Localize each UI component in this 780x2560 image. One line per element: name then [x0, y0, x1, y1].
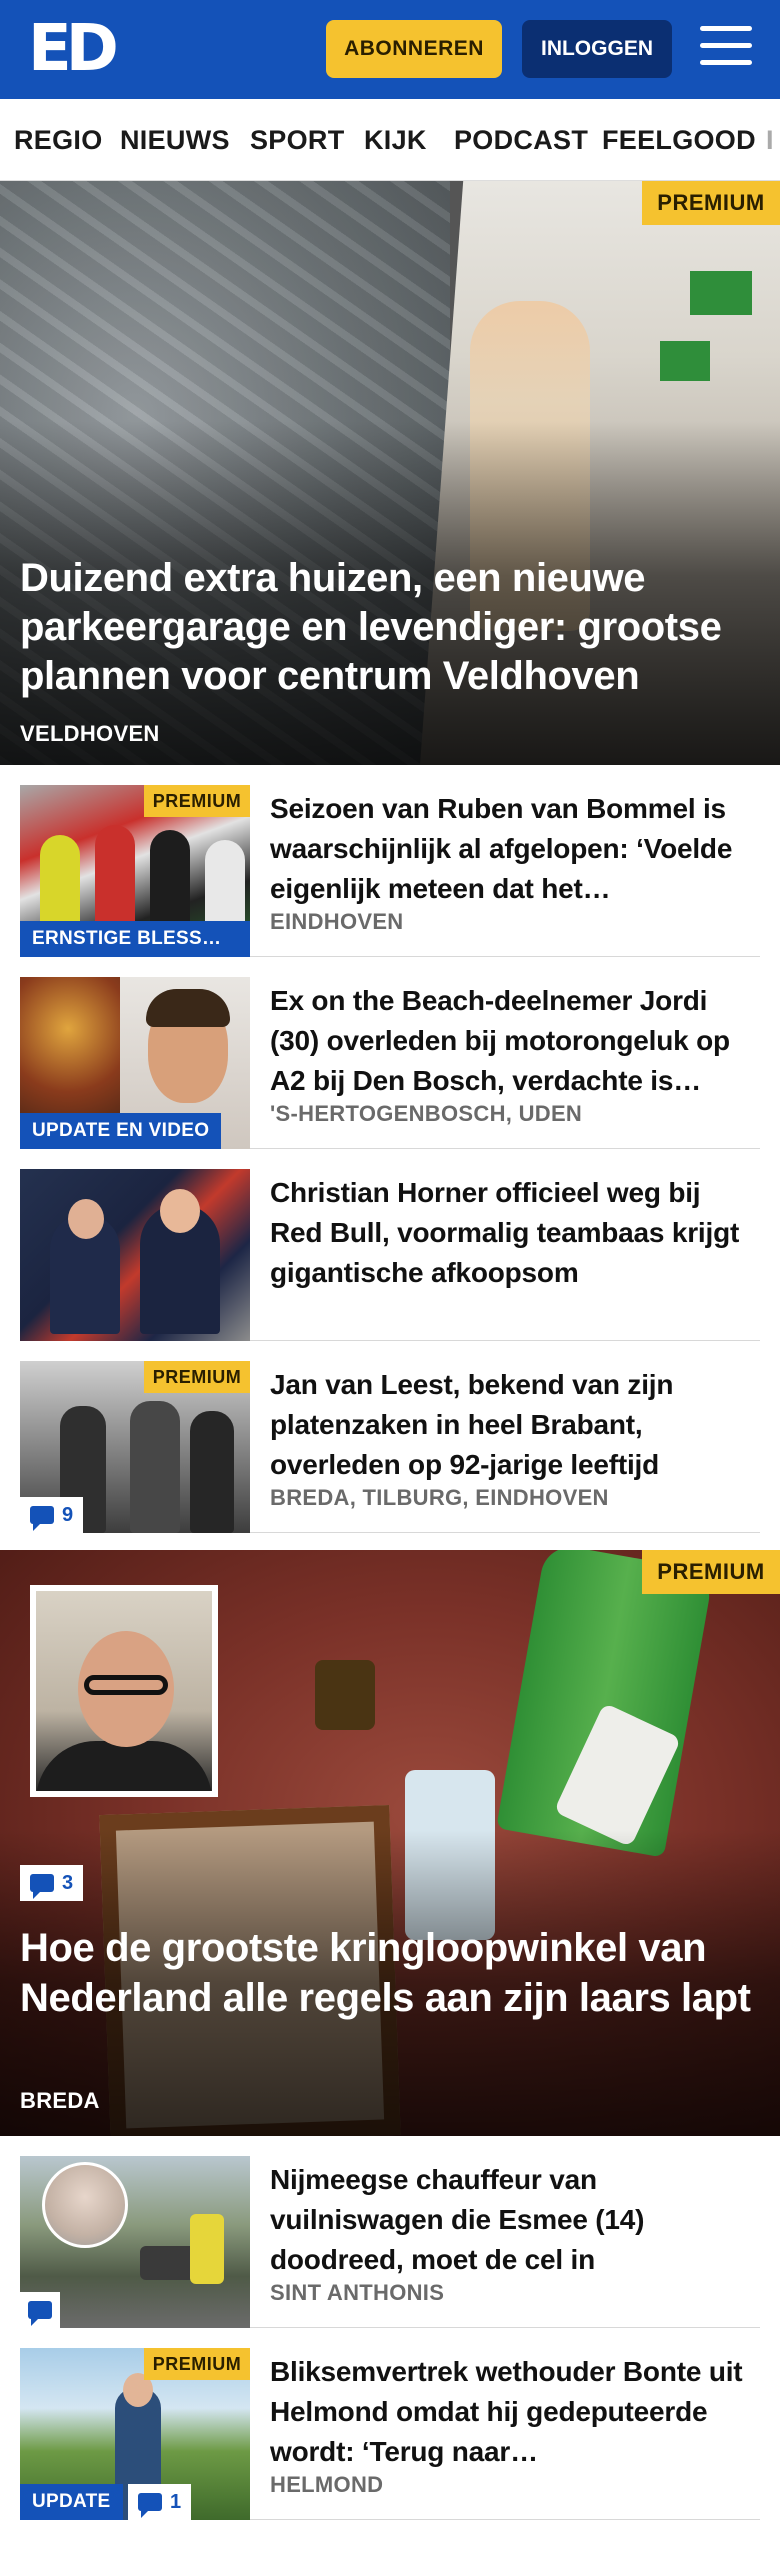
logo-text[interactable]: ED: [28, 12, 119, 86]
feature-title[interactable]: Hoe de grootste kringloopwinkel van Nede…: [20, 1923, 760, 2023]
premium-badge: PREMIUM: [642, 1550, 780, 1594]
article-title[interactable]: Bliksemvertrek wethouder Bonte uit Helmo…: [270, 2352, 760, 2472]
feature-location: BREDA: [20, 2088, 100, 2113]
article-location: SINT ANTHONIS: [270, 2280, 445, 2305]
article-thumbnail[interactable]: PREMIUM 9: [20, 1361, 250, 1533]
comment-count: 3: [62, 1871, 74, 1894]
article-thumbnail[interactable]: [20, 1169, 250, 1341]
list-item[interactable]: UPDATE EN VIDEO Ex on the Beach-deelneme…: [20, 957, 760, 1149]
list-item[interactable]: Nijmeegse chauffeur van vuilniswagen die…: [20, 2136, 760, 2328]
article-location: HELMOND: [270, 2472, 384, 2497]
article-label: UPDATE: [20, 2484, 123, 2520]
nav-item-kijk[interactable]: KIJK: [364, 99, 427, 180]
comment-count-badge[interactable]: 3: [20, 1865, 84, 1901]
article-title[interactable]: Ex on the Beach-deelnemer Jordi (30) ove…: [270, 981, 760, 1101]
nav-item-sport[interactable]: SPORT: [250, 99, 345, 180]
comment-count: 9: [62, 1503, 74, 1526]
premium-badge: PREMIUM: [144, 785, 250, 817]
shop-sign: [690, 271, 752, 315]
list-item[interactable]: PREMIUM 9 Jan van Leest, bekend van zijn…: [20, 1341, 760, 1533]
hero-title[interactable]: Duizend extra huizen, een nieuwe parkeer…: [20, 554, 760, 701]
premium-badge: PREMIUM: [144, 1361, 250, 1393]
hero-article[interactable]: PREMIUM Duizend extra huizen, een nieuwe…: [0, 181, 780, 765]
author-portrait: [30, 1585, 218, 1797]
article-thumbnail[interactable]: UPDATE EN VIDEO: [20, 977, 250, 1149]
nav-item-overflow[interactable]: I: [766, 99, 774, 180]
premium-badge: PREMIUM: [642, 181, 780, 225]
nav-item-nieuws[interactable]: NIEUWS: [120, 99, 230, 180]
premium-badge: PREMIUM: [144, 2348, 250, 2380]
feature-article[interactable]: PREMIUM 3 Hoe de grootste kringloopwinke…: [0, 1550, 780, 2136]
comment-icon: [30, 1506, 54, 1531]
top-header: ED ABONNEREN INLOGGEN: [0, 0, 780, 99]
victim-portrait: [42, 2162, 128, 2248]
comment-icon: [28, 2301, 52, 2326]
article-location: EINDHOVEN: [270, 909, 404, 934]
article-label: UPDATE EN VIDEO: [20, 1113, 222, 1149]
article-location: BREDA, TILBURG, EINDHOVEN: [270, 1485, 609, 1510]
comment-icon: [138, 2493, 162, 2518]
nav-item-podcast[interactable]: PODCAST: [454, 99, 588, 180]
ed-logo-icon[interactable]: ED: [28, 17, 119, 81]
article-thumbnail[interactable]: PREMIUM ERNSTIGE BLESS…: [20, 785, 250, 957]
article-title[interactable]: Christian Horner officieel weg bij Red B…: [270, 1173, 760, 1293]
comment-count-badge[interactable]: 1: [128, 2484, 192, 2520]
subscribe-button[interactable]: ABONNEREN: [326, 20, 502, 78]
shop-sign: [660, 341, 710, 381]
nav-item-regio[interactable]: REGIO: [14, 99, 103, 180]
article-label: ERNSTIGE BLESS…: [20, 921, 250, 957]
login-button[interactable]: INLOGGEN: [522, 20, 672, 78]
article-thumbnail[interactable]: [20, 2156, 250, 2328]
article-title[interactable]: Jan van Leest, bekend van zijn platenzak…: [270, 1365, 760, 1485]
article-title[interactable]: Seizoen van Ruben van Bommel is waarschi…: [270, 789, 760, 909]
comment-icon: [30, 1874, 54, 1899]
hamburger-menu-icon[interactable]: [700, 26, 752, 70]
hero-location: VELDHOVEN: [20, 721, 160, 746]
comment-badge[interactable]: [20, 2292, 60, 2328]
article-thumbnail[interactable]: PREMIUM UPDATE 1: [20, 2348, 250, 2520]
list-item[interactable]: PREMIUM UPDATE 1 Bliksemvertrek wethoude…: [20, 2328, 760, 2520]
nav-item-feelgood[interactable]: FEELGOOD: [602, 99, 756, 180]
article-title[interactable]: Nijmeegse chauffeur van vuilniswagen die…: [270, 2160, 760, 2280]
article-location: 'S-HERTOGENBOSCH, UDEN: [270, 1101, 583, 1126]
comment-count-badge[interactable]: 9: [20, 1497, 84, 1533]
section-nav: REGIO NIEUWS SPORT KIJK PODCAST FEELGOOD…: [0, 99, 780, 181]
list-item[interactable]: PREMIUM ERNSTIGE BLESS… Seizoen van Rube…: [20, 765, 760, 957]
comment-count: 1: [170, 2490, 182, 2513]
list-item[interactable]: Christian Horner officieel weg bij Red B…: [20, 1149, 760, 1341]
